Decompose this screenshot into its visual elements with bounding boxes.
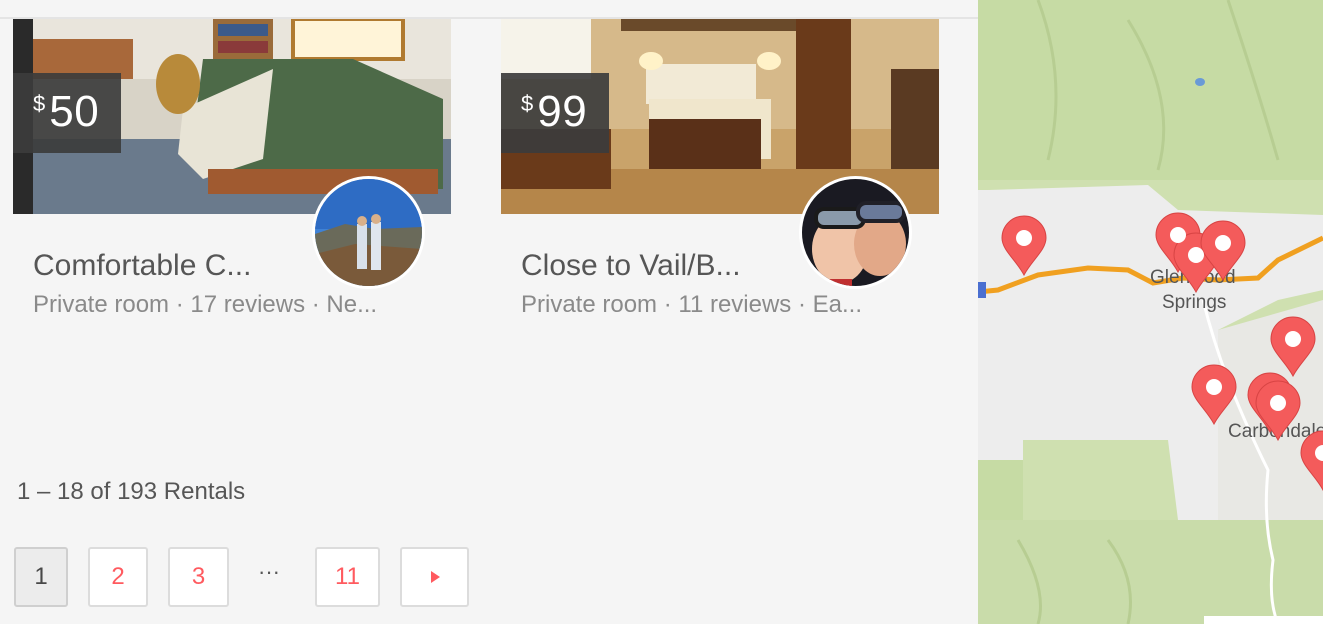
price-amount: 50 — [49, 87, 100, 136]
listing-subtitle: Private room · 17 reviews · Ne... — [33, 291, 378, 318]
listing-title[interactable]: Comfortable C... — [33, 249, 251, 283]
listing-subtitle: Private room · 11 reviews · Ea... — [521, 291, 862, 318]
host-avatar[interactable] — [799, 176, 912, 289]
results-count: 1 – 18 of 193 Rentals — [17, 478, 246, 505]
map-label-springs: Springs — [1162, 292, 1226, 313]
map-panel[interactable]: Glenwood Springs Carbondale — [978, 0, 1323, 624]
price-tag: $ 50 — [13, 73, 122, 153]
price-amount: 99 — [537, 87, 588, 136]
next-page-button[interactable] — [400, 547, 469, 607]
page-3-button[interactable]: 3 — [168, 547, 229, 607]
listing-card[interactable]: $ 50 Comfortable C... Private room · 17 … — [13, 19, 451, 318]
pagination-ellipsis: ··· — [258, 559, 280, 584]
caret-right-icon — [430, 571, 440, 583]
listing-card[interactable]: $ 99 Close to Vail/B... Private room · 1… — [501, 19, 939, 318]
host-avatar[interactable] — [312, 176, 425, 289]
host-photo — [802, 179, 909, 286]
listings-panel: $ 50 Comfortable C... Private room · 17 … — [0, 0, 978, 624]
listing-title[interactable]: Close to Vail/B... — [521, 249, 741, 283]
currency-symbol: $ — [33, 91, 46, 116]
page-1-button[interactable]: 1 — [14, 547, 68, 607]
page-11-button[interactable]: 11 — [315, 547, 380, 607]
map-canvas: Glenwood Springs Carbondale — [978, 0, 1323, 624]
host-photo — [315, 179, 422, 286]
currency-symbol: $ — [521, 91, 534, 116]
page-2-button[interactable]: 2 — [88, 547, 148, 607]
price-tag: $ 99 — [501, 73, 610, 153]
